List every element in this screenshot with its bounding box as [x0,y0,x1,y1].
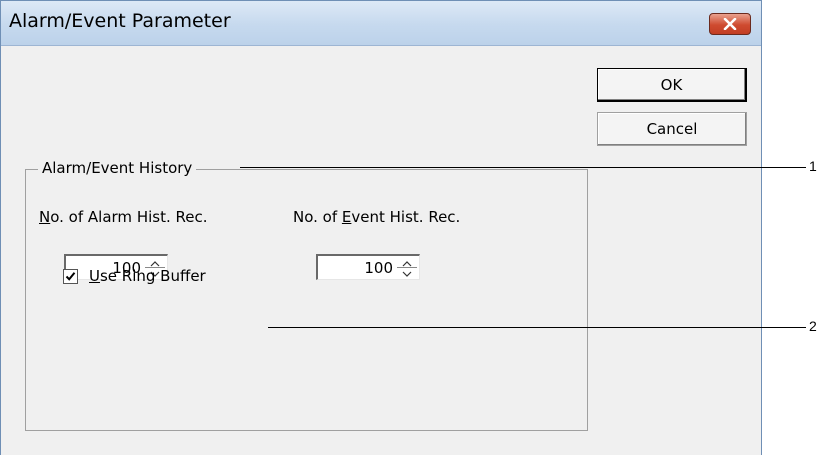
event-hist-label-text: vent Hist. Rec. [351,208,461,226]
callout-line-1 [240,167,806,168]
title-bar[interactable]: Alarm/Event Parameter [1,1,761,46]
window-title: Alarm/Event Parameter [9,10,231,32]
ok-button[interactable]: OK [597,68,747,102]
alarm-hist-label: No. of Alarm Hist. Rec. [39,208,208,226]
alarm-hist-label-mnemonic: N [39,208,51,226]
cancel-button[interactable]: Cancel [597,112,747,146]
event-hist-label: No. of Event Hist. Rec. [293,208,460,226]
close-icon [723,18,737,30]
ring-buffer-label[interactable]: Use Ring Buffer [89,267,206,285]
event-hist-value[interactable]: 100 [364,259,393,277]
callout-number-1: 1 [809,158,817,174]
ring-buffer-checkbox[interactable] [63,269,78,284]
dialog-window: Alarm/Event Parameter OK Cancel Alarm/Ev… [0,0,762,455]
checkmark-icon [65,272,76,281]
dialog-body: OK Cancel Alarm/Event History No. of Ala… [9,46,753,455]
spin-arrows-icon [397,257,417,277]
alarm-hist-label-text: o. of Alarm Hist. Rec. [50,208,208,226]
callout-line-2 [268,327,806,328]
event-hist-label-prefix: No. of [293,208,342,226]
event-spin-down-button[interactable] [397,267,417,277]
ring-buffer-text: se Ring Buffer [99,267,206,285]
ring-buffer-mnemonic: U [89,267,100,285]
group-label: Alarm/Event History [38,159,197,177]
event-hist-label-mnemonic: E [341,208,352,226]
close-button[interactable] [709,13,751,35]
callout-number-2: 2 [809,318,817,334]
event-hist-spinbox[interactable]: 100 [316,254,420,280]
